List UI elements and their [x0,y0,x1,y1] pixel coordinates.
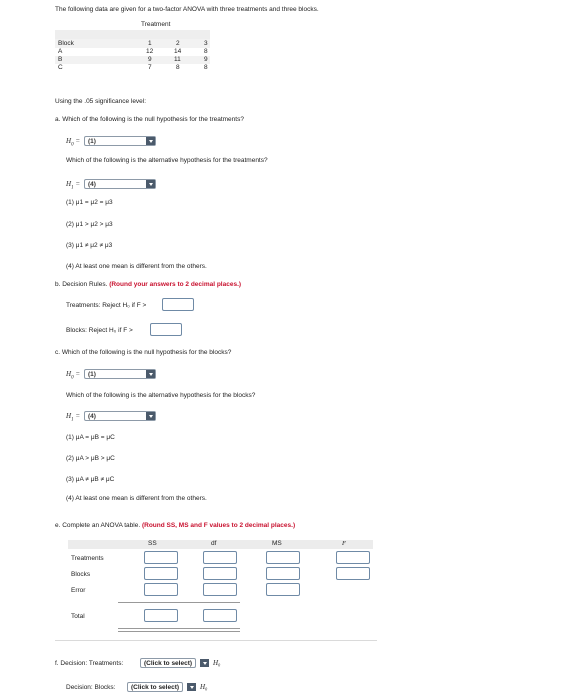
option-item: (2) μ1 > μ2 > μ3 [66,221,113,228]
ss-total-input[interactable] [144,609,178,622]
column-header: 1 [148,40,152,47]
h0-blocks-select[interactable]: (1) [84,369,156,379]
part-e-heading: e. Complete an ANOVA table. (Round SS, M… [55,522,296,529]
option-item: (1) μ1 = μ2 = μ3 [66,199,113,206]
option-item: (4) At least one mean is different from … [66,495,207,502]
column-header: 2 [176,40,180,47]
f-treatments-input[interactable] [336,551,370,564]
f-blocks-input[interactable] [336,567,370,580]
table-cell: 9 [204,56,208,63]
decision-blocks-dropdown[interactable] [187,682,196,692]
block-header: Block [58,40,74,47]
df-blocks-input[interactable] [203,567,237,580]
table-cell: 12 [146,48,154,55]
chevron-down-icon [146,180,155,188]
option-item: (2) μA > μB > μC [66,455,115,462]
anova-header-ms: MS [272,540,282,547]
ms-error-input[interactable] [266,583,300,596]
chevron-down-icon [146,412,155,420]
treatment-header: Treatment [141,21,171,28]
h0-text: H₀ [213,659,221,667]
sum-line [118,631,240,632]
table-cell: 14 [174,48,182,55]
blocks-rule-label: Blocks: Reject H₀ if F > [66,327,133,334]
h0-treatments-select[interactable]: (1) [84,136,156,146]
table-cell: 8 [204,64,208,71]
block-label: C [58,64,63,71]
anova-row-label: Error [71,587,86,594]
chevron-down-icon [146,370,155,378]
part-c-question: c. Which of the following is the null hy… [55,349,232,356]
chevron-down-icon [146,137,155,145]
alt-question: Which of the following is the alternativ… [66,157,268,164]
chevron-down-icon [187,683,196,691]
selected-value: (4) [88,412,96,420]
table-cell: 8 [176,64,180,71]
table-row [55,64,210,72]
df-error-input[interactable] [203,583,237,596]
h1-treatments-select[interactable]: (4) [84,179,156,189]
option-item: (3) μ1 ≠ μ2 ≠ μ3 [66,242,113,249]
option-item: (4) At least one mean is different from … [66,263,207,270]
chevron-down-icon [200,659,209,667]
anova-row-label: Treatments [71,555,104,562]
block-label: A [58,48,63,55]
select-placeholder: (Click to select) [144,659,193,667]
ss-blocks-input[interactable] [144,567,178,580]
option-item: (1) μA = μB = μC [66,434,115,441]
h1-blocks-select[interactable]: (4) [84,411,156,421]
decision-blocks-select[interactable]: (Click to select) [127,682,184,692]
table-cell: 9 [148,56,152,63]
column-header: 3 [204,40,208,47]
table-row [55,48,210,56]
ms-blocks-input[interactable] [266,567,300,580]
h1-label: H1 = [66,180,81,191]
ms-treatments-input[interactable] [266,551,300,564]
ss-error-input[interactable] [144,583,178,596]
selected-value: (1) [88,137,96,145]
ss-treatments-input[interactable] [144,551,178,564]
selected-value: (4) [88,180,96,188]
anova-header-f: F [342,540,346,547]
anova-header-ss: SS [148,540,157,547]
significance-text: Using the .05 significance level: [55,98,147,105]
block-label: B [58,56,63,63]
sum-line [118,628,240,629]
anova-row-label: Blocks [71,571,91,578]
h0-label: H0 = [66,137,81,148]
anova-header-row [68,540,373,549]
anova-header-df: df [211,540,217,547]
h1-label: H1 = [66,412,81,423]
selected-value: (1) [88,370,96,378]
table-cell: 8 [204,48,208,55]
alt-question: Which of the following is the alternativ… [66,392,256,399]
df-total-input[interactable] [203,609,237,622]
h0-text: H₀ [200,683,208,691]
part-b-heading: b. Decision Rules. (Round your answers t… [55,281,242,288]
intro-text: The following data are given for a two-f… [55,6,319,13]
decision-treatments-dropdown[interactable] [200,658,209,668]
df-treatments-input[interactable] [203,551,237,564]
section-divider [55,640,377,641]
option-item: (3) μA ≠ μB ≠ μC [66,476,115,483]
decision-blocks-label: Decision: Blocks: [66,684,116,691]
anova-row-label: Total [71,613,85,620]
table-row [55,56,210,64]
table-cell: 11 [174,56,181,63]
select-placeholder: (Click to select) [131,683,180,691]
decision-treatments-label: f. Decision: Treatments: [55,660,124,667]
decision-treatments-select[interactable]: (Click to select) [140,658,197,668]
treatments-rule-label: Treatments: Reject H₀ if F > [66,302,147,309]
blocks-critical-input[interactable] [150,323,182,336]
table-cell: 7 [148,64,152,71]
part-a-question: a. Which of the following is the null hy… [55,116,244,123]
treatments-critical-input[interactable] [162,298,194,311]
h0-label: H0 = [66,370,81,381]
sum-line [118,602,240,603]
